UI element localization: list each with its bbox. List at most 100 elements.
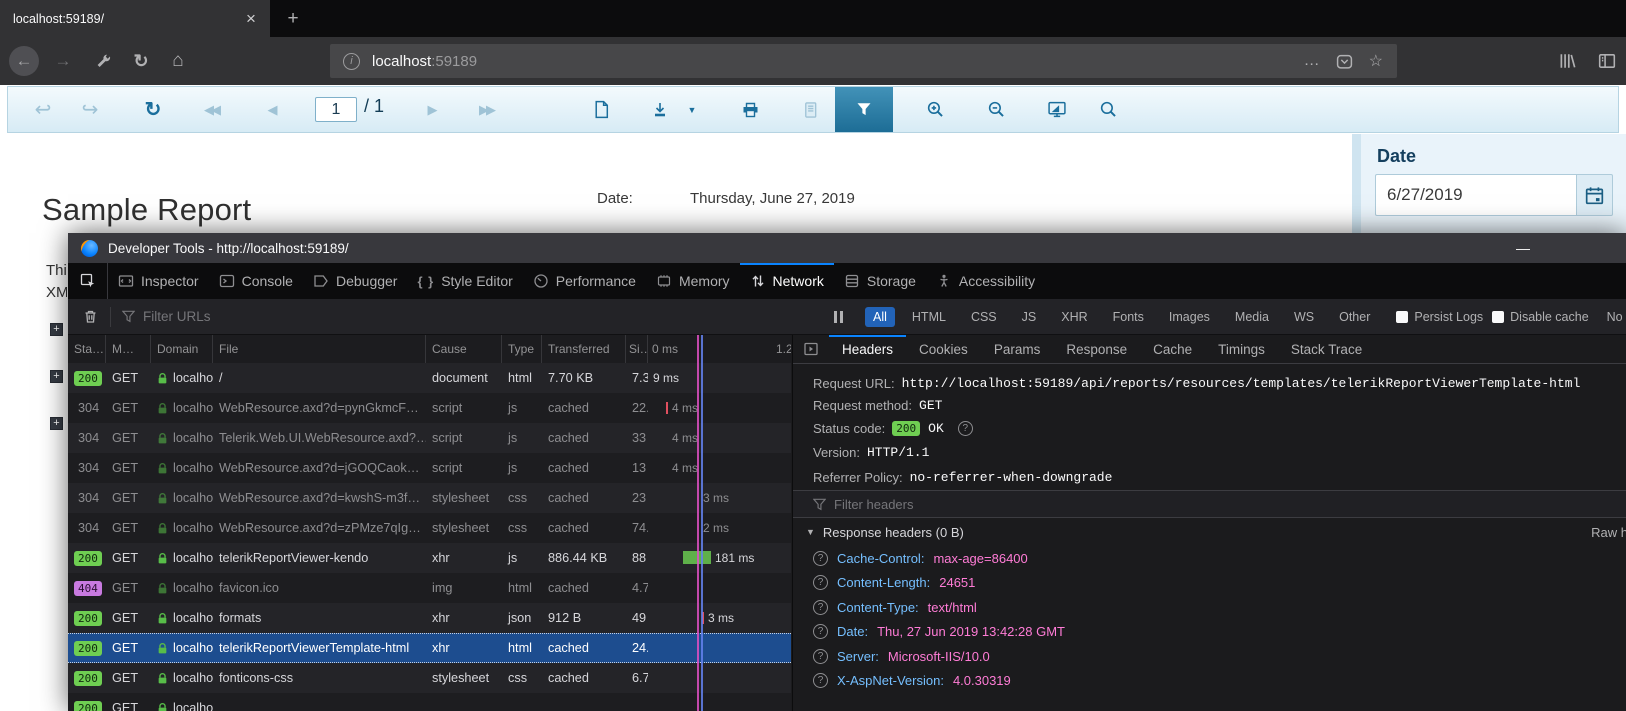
- filter-pill-other[interactable]: Other: [1331, 307, 1378, 327]
- header-row[interactable]: ?Content-Length:24651: [793, 571, 1626, 596]
- collapse-triangle-icon[interactable]: ▼: [806, 527, 815, 537]
- next-page-icon[interactable]: ▶: [418, 87, 444, 132]
- details-tab-stacktrace[interactable]: Stack Trace: [1278, 335, 1375, 363]
- devtools-titlebar[interactable]: Developer Tools - http://localhost:59189…: [68, 233, 1626, 263]
- filter-pill-js[interactable]: JS: [1014, 307, 1045, 327]
- bookmark-star-icon[interactable]: ☆: [1369, 51, 1383, 71]
- filter-pill-images[interactable]: Images: [1161, 307, 1218, 327]
- request-row[interactable]: 304 GET localho… WebResource.axd?d=pynGk…: [68, 393, 791, 423]
- tab-storage[interactable]: Storage: [834, 263, 926, 299]
- column-timeline[interactable]: 0 ms 1.28 s: [648, 335, 791, 363]
- tab-style-editor[interactable]: { } Style Editor: [407, 263, 522, 299]
- details-tab-headers[interactable]: Headers: [829, 335, 906, 363]
- request-row[interactable]: 200 GET localho… telerikReportViewer-ken…: [68, 543, 791, 573]
- download-icon[interactable]: [645, 87, 675, 132]
- persist-logs-toggle[interactable]: Persist Logs: [1396, 310, 1483, 324]
- details-tab-params[interactable]: Params: [981, 335, 1054, 363]
- site-info-icon[interactable]: i: [343, 53, 360, 70]
- header-help-icon[interactable]: ?: [813, 649, 828, 664]
- tree-expand-icon[interactable]: +: [50, 323, 63, 336]
- filter-urls-input[interactable]: [143, 309, 423, 324]
- export-document-icon[interactable]: [586, 87, 616, 132]
- home-button[interactable]: ⌂: [163, 37, 193, 85]
- filter-pill-html[interactable]: HTML: [904, 307, 954, 327]
- tab-network[interactable]: Network: [740, 263, 834, 299]
- request-row-selected[interactable]: 200 GET localho… telerikReportViewerTemp…: [68, 633, 791, 663]
- header-help-icon[interactable]: ?: [813, 673, 828, 688]
- url-text[interactable]: localhost:59189: [372, 53, 1304, 70]
- details-tab-response[interactable]: Response: [1053, 335, 1140, 363]
- tab-console[interactable]: Console: [209, 263, 303, 299]
- sidebar-toggle-icon[interactable]: [1598, 52, 1616, 70]
- zoom-out-icon[interactable]: [981, 87, 1011, 132]
- request-row[interactable]: 304 GET localho… Telerik.Web.UI.WebResou…: [68, 423, 791, 453]
- calendar-button[interactable]: [1576, 174, 1613, 216]
- split-details-icon[interactable]: [793, 335, 829, 363]
- header-row[interactable]: ?Date:Thu, 27 Jun 2019 13:42:28 GMT: [793, 620, 1626, 645]
- browser-tab[interactable]: localhost:59189/ ×: [0, 0, 270, 37]
- forward-button[interactable]: →: [48, 37, 78, 85]
- parameters-area-toggle-button[interactable]: [835, 87, 893, 132]
- filter-pill-all[interactable]: All: [865, 307, 895, 327]
- request-row[interactable]: 200 GET localho…: [68, 693, 791, 711]
- reload-button[interactable]: ↻: [126, 37, 156, 85]
- download-caret-icon[interactable]: ▼: [682, 87, 702, 132]
- viewer-refresh-icon[interactable]: ↻: [140, 87, 166, 132]
- column-method[interactable]: M…: [106, 335, 151, 363]
- pick-element-icon[interactable]: [68, 263, 108, 299]
- column-size[interactable]: Si…: [626, 335, 648, 363]
- throttling-dropdown[interactable]: No thrott: [1607, 310, 1626, 324]
- header-help-icon[interactable]: ?: [813, 600, 828, 615]
- request-row[interactable]: 404 GET localho… favicon.ico img html ca…: [68, 573, 791, 603]
- details-tab-cookies[interactable]: Cookies: [906, 335, 981, 363]
- tab-close-icon[interactable]: ×: [242, 9, 260, 29]
- pause-traffic-icon[interactable]: [830, 311, 847, 323]
- status-help-icon[interactable]: ?: [958, 421, 973, 436]
- details-tab-cache[interactable]: Cache: [1140, 335, 1205, 363]
- raw-headers-toggle[interactable]: Raw h: [1591, 525, 1626, 540]
- disable-cache-toggle[interactable]: Disable cache: [1492, 310, 1589, 324]
- response-headers-section[interactable]: ▼ Response headers (0 B) Raw h: [793, 518, 1626, 546]
- url-bar[interactable]: i localhost:59189 … ☆: [330, 44, 1397, 78]
- filter-pill-media[interactable]: Media: [1227, 307, 1277, 327]
- viewer-history-back-icon[interactable]: ↩: [30, 87, 56, 132]
- filter-pill-fonts[interactable]: Fonts: [1105, 307, 1152, 327]
- request-row[interactable]: 200 GET localho… formats xhr json 912 B …: [68, 603, 791, 633]
- request-row[interactable]: 304 GET localho… WebResource.axd?d=zPMze…: [68, 513, 791, 543]
- page-number-input[interactable]: [315, 97, 357, 122]
- header-help-icon[interactable]: ?: [813, 551, 828, 566]
- new-tab-button[interactable]: +: [278, 0, 308, 37]
- column-domain[interactable]: Domain: [151, 335, 213, 363]
- column-cause[interactable]: Cause: [426, 335, 502, 363]
- tab-debugger[interactable]: Debugger: [303, 263, 408, 299]
- header-row[interactable]: ?Server:Microsoft-IIS/10.0: [793, 644, 1626, 669]
- viewer-history-forward-icon[interactable]: ↪: [77, 87, 103, 132]
- parameter-date-input[interactable]: [1375, 174, 1576, 216]
- first-page-icon[interactable]: ◀◀: [196, 87, 226, 132]
- details-tab-timings[interactable]: Timings: [1205, 335, 1278, 363]
- column-status[interactable]: Sta…: [68, 335, 106, 363]
- last-page-icon[interactable]: ▶▶: [471, 87, 501, 132]
- pocket-icon[interactable]: [1336, 53, 1353, 70]
- request-row[interactable]: 200 GET localho… fonticons-css styleshee…: [68, 663, 791, 693]
- tree-expand-icon[interactable]: +: [50, 417, 63, 430]
- search-icon[interactable]: [1093, 87, 1123, 132]
- persist-logs-checkbox[interactable]: [1396, 311, 1408, 323]
- library-icon[interactable]: [1558, 52, 1576, 70]
- minimize-button[interactable]: —: [1508, 235, 1538, 261]
- fit-page-icon[interactable]: [1041, 87, 1073, 132]
- back-button[interactable]: ←: [8, 37, 40, 85]
- header-row[interactable]: ?Cache-Control:max-age=86400: [793, 546, 1626, 571]
- zoom-in-icon[interactable]: [920, 87, 950, 132]
- print-preview-icon[interactable]: [795, 87, 825, 132]
- header-row[interactable]: ?Content-Type:text/html: [793, 595, 1626, 620]
- previous-page-icon[interactable]: ◀: [258, 87, 284, 132]
- wrench-icon[interactable]: [88, 37, 118, 85]
- request-row[interactable]: 304 GET localho… WebResource.axd?d=kwshS…: [68, 483, 791, 513]
- column-file[interactable]: File: [213, 335, 426, 363]
- header-row[interactable]: ?X-AspNet-Version:4.0.30319: [793, 669, 1626, 694]
- print-icon[interactable]: [735, 87, 765, 132]
- page-actions-icon[interactable]: …: [1304, 52, 1320, 70]
- header-help-icon[interactable]: ?: [813, 624, 828, 639]
- filter-headers-input[interactable]: [834, 497, 1134, 512]
